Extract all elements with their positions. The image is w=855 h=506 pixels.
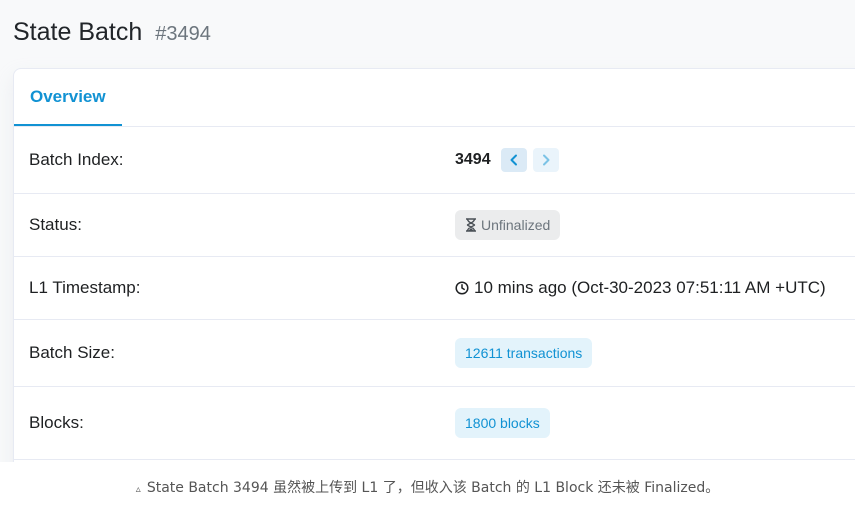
status-label: Status:: [29, 215, 82, 234]
overview-card: Overview Batch Index: 3494 Status: Unfin…: [13, 68, 855, 462]
batch-index-value: 3494: [455, 151, 491, 168]
caption-text: State Batch 3494 虽然被上传到 L1 了，但收入该 Batch …: [146, 480, 720, 496]
blocks-label: Blocks:: [29, 413, 84, 432]
status-badge-text: Unfinalized: [481, 217, 551, 233]
clock-icon: [455, 281, 469, 295]
l1-timestamp-label: L1 Timestamp:: [29, 278, 141, 297]
l1-timestamp-value-group: 10 mins ago (Oct-30-2023 07:51:11 AM +UT…: [455, 278, 826, 298]
previous-batch-button[interactable]: [500, 148, 527, 172]
batch-index-value-group: 3494: [455, 148, 559, 172]
l1-timestamp-row: L1 Timestamp: 10 mins ago (Oct-30-2023 0…: [14, 257, 855, 320]
tab-overview[interactable]: Overview: [14, 69, 122, 126]
status-badge: Unfinalized: [455, 210, 561, 240]
chevron-left-icon: [510, 154, 517, 166]
tab-bar: Overview: [14, 69, 855, 127]
blocks-row: Blocks: 1800 blocks: [14, 387, 855, 460]
caption-triangle-icon: ▵: [135, 484, 141, 495]
blocks-badge[interactable]: 1800 blocks: [455, 408, 550, 438]
status-value-group: Unfinalized: [455, 210, 561, 240]
page-title: State Batch: [13, 18, 143, 46]
batch-size-value-group: 12611 transactions: [455, 338, 593, 368]
l1-timestamp-value: 10 mins ago (Oct-30-2023 07:51:11 AM +UT…: [474, 278, 826, 297]
explorer-screen: State Batch #3494 Overview Batch Index: …: [0, 0, 855, 462]
batch-index-label: Batch Index:: [29, 150, 124, 169]
batch-size-row: Batch Size: 12611 transactions: [14, 320, 855, 387]
batch-number-subtitle: #3494: [155, 23, 211, 45]
chevron-right-icon: [542, 154, 550, 166]
blocks-value-group: 1800 blocks: [455, 408, 550, 438]
batch-size-label: Batch Size:: [29, 343, 115, 362]
page-header: State Batch #3494: [13, 18, 211, 47]
hourglass-icon: [465, 218, 477, 232]
batch-size-badge[interactable]: 12611 transactions: [455, 338, 593, 368]
image-caption: ▵ State Batch 3494 虽然被上传到 L1 了，但收入该 Batch…: [0, 477, 855, 497]
batch-index-row: Batch Index: 3494: [14, 127, 855, 194]
next-batch-button[interactable]: [532, 148, 559, 172]
status-row: Status: Unfinalized: [14, 194, 855, 257]
